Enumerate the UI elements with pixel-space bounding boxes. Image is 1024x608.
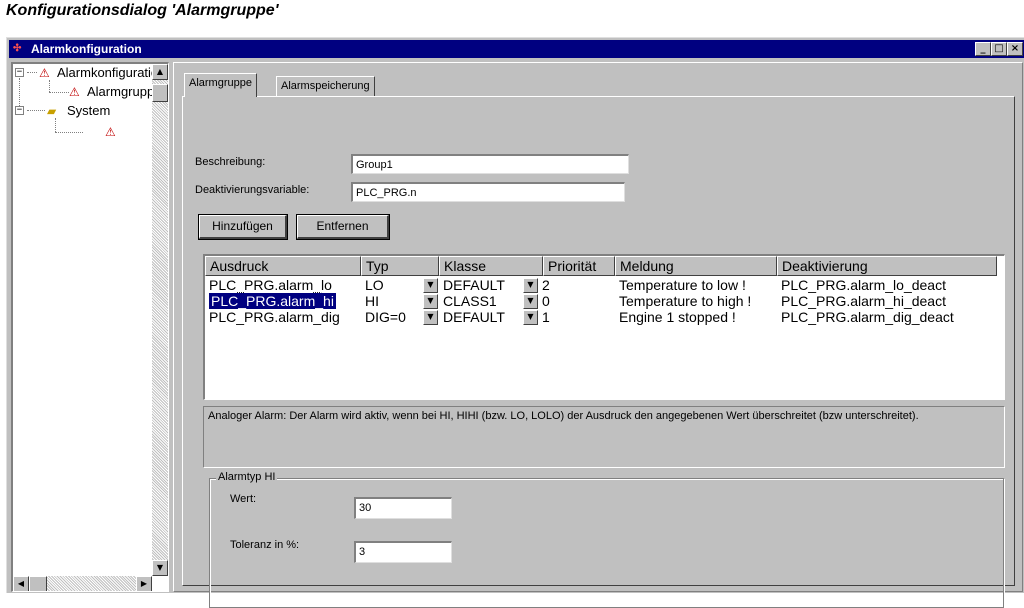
- tree-collapse-toggle[interactable]: −: [15, 68, 24, 77]
- add-button[interactable]: Hinzufügen: [198, 214, 288, 240]
- table-cell-typ[interactable]: HI: [361, 293, 379, 309]
- alarmtyp-groupbox: Alarmtyp HI Wert: 30 Toleranz in %: 3: [209, 471, 1004, 608]
- tree-collapse-toggle[interactable]: −: [15, 106, 24, 115]
- beschreibung-label: Beschreibung:: [195, 156, 266, 168]
- tree-vertical-scrollbar[interactable]: ▲ ▼: [152, 64, 168, 576]
- wert-field[interactable]: 30: [354, 497, 452, 519]
- window-titlebar[interactable]: ✣ Alarmkonfiguration _ □ ×: [9, 40, 1024, 58]
- table-cell-typ[interactable]: LO: [361, 277, 384, 293]
- scroll-up-button[interactable]: ▲: [152, 64, 168, 80]
- table-cell-prioritaet[interactable]: 1: [538, 309, 550, 325]
- alarmtyp-group-label: Alarmtyp HI: [216, 471, 278, 483]
- tree-panel[interactable]: − ⚠ Alarmkonfiguration ⚠ Alarmgruppe − ▰…: [11, 62, 169, 592]
- tree-horizontal-scrollbar[interactable]: ◀ ▶: [13, 576, 152, 591]
- page-title: Konfigurationsdialog 'Alarmgruppe': [6, 2, 279, 19]
- alarm-item-icon: ⚠: [105, 125, 116, 139]
- tree-item-alarmgruppe[interactable]: Alarmgruppe: [87, 83, 161, 101]
- alarm-type-description: Analoger Alarm: Der Alarm wird aktiv, we…: [203, 406, 1005, 468]
- klasse-dropdown-button[interactable]: ▼: [523, 310, 538, 325]
- typ-dropdown-button[interactable]: ▼: [423, 310, 438, 325]
- toleranz-label: Toleranz in %:: [230, 539, 300, 551]
- table-cell-klasse[interactable]: CLASS1: [439, 293, 497, 309]
- klasse-dropdown-button[interactable]: ▼: [523, 294, 538, 309]
- tree-connector: [27, 72, 37, 73]
- minimize-button[interactable]: _: [975, 42, 991, 56]
- table-cell-ausdruck[interactable]: PLC_PRG.alarm_lo: [205, 277, 332, 293]
- deaktivierungsvariable-field[interactable]: PLC_PRG.n: [351, 182, 625, 202]
- deaktivierungsvariable-label: Deaktivierungsvariable:: [195, 184, 310, 196]
- tree-connector: [27, 110, 45, 111]
- table-cell-klasse[interactable]: DEFAULT: [439, 277, 505, 293]
- tree-connector: [49, 92, 69, 93]
- toleranz-field[interactable]: 3: [354, 541, 452, 563]
- tab-alarmspeicherung[interactable]: Alarmspeicherung: [276, 76, 375, 96]
- alarm-group-icon: ⚠: [69, 85, 80, 99]
- table-cell-ausdruck[interactable]: PLC_PRG.alarm_dig: [205, 309, 340, 325]
- scroll-right-button[interactable]: ▶: [136, 576, 152, 591]
- table-cell-prioritaet[interactable]: 0: [538, 293, 550, 309]
- window-title: Alarmkonfiguration: [31, 42, 142, 56]
- tree-connector: [55, 132, 83, 133]
- table-cell-typ[interactable]: DIG=0: [361, 309, 406, 325]
- table-cell-meldung[interactable]: Engine 1 stopped !: [615, 309, 736, 325]
- tree-connector: [49, 80, 50, 92]
- scroll-down-button[interactable]: ▼: [152, 560, 168, 576]
- table-cell-deaktivierung[interactable]: PLC_PRG.alarm_dig_deact: [777, 309, 954, 325]
- wert-label: Wert:: [230, 493, 257, 505]
- column-header-meldung[interactable]: Meldung: [615, 256, 777, 276]
- folder-icon: ▰: [47, 104, 57, 118]
- tree-item-alarmkonfiguration[interactable]: Alarmkonfiguration: [57, 64, 165, 82]
- scroll-left-button[interactable]: ◀: [13, 576, 29, 591]
- column-header-deaktivierung[interactable]: Deaktivierung: [777, 256, 997, 276]
- table-cell-klasse[interactable]: DEFAULT: [439, 309, 505, 325]
- column-header-ausdruck[interactable]: Ausdruck: [205, 256, 361, 276]
- table-cell-meldung[interactable]: Temperature to low !: [615, 277, 746, 293]
- tree-connector: [55, 118, 56, 132]
- scroll-thumb[interactable]: [29, 576, 47, 591]
- alarm-config-icon: ⚠: [39, 66, 50, 80]
- config-panel: Alarmgruppe Alarmspeicherung Beschreibun…: [173, 62, 1023, 608]
- typ-dropdown-button[interactable]: ▼: [423, 278, 438, 293]
- app-icon: ✣: [13, 43, 22, 54]
- remove-button[interactable]: Entfernen: [296, 214, 390, 240]
- typ-dropdown-button[interactable]: ▼: [423, 294, 438, 309]
- column-header-typ[interactable]: Typ: [361, 256, 439, 276]
- column-header-klasse[interactable]: Klasse: [439, 256, 543, 276]
- alarm-config-window: ✣ Alarmkonfiguration _ □ × − ⚠ Alarmkonf…: [6, 37, 1024, 608]
- table-cell-meldung[interactable]: Temperature to high !: [615, 293, 751, 309]
- alarm-table[interactable]: Ausdruck Typ Klasse Priorität Meldung De…: [203, 254, 1005, 400]
- tab-page-alarmgruppe: Beschreibung: Group1 Deaktivierungsvaria…: [182, 96, 1015, 608]
- tree-item-system[interactable]: System: [67, 102, 110, 120]
- table-cell-prioritaet[interactable]: 2: [538, 277, 550, 293]
- selected-cell-text[interactable]: PLC_PRG.alarm_hi: [208, 292, 337, 310]
- table-cell-deaktivierung[interactable]: PLC_PRG.alarm_lo_deact: [777, 277, 946, 293]
- table-cell-ausdruck-selected[interactable]: PLC_PRG.alarm_hi: [205, 292, 337, 310]
- close-button[interactable]: ×: [1007, 42, 1023, 56]
- table-cell-deaktivierung[interactable]: PLC_PRG.alarm_hi_deact: [777, 293, 946, 309]
- column-header-prioritaet[interactable]: Priorität: [543, 256, 615, 276]
- scroll-thumb[interactable]: [152, 84, 168, 102]
- klasse-dropdown-button[interactable]: ▼: [523, 278, 538, 293]
- tab-alarmgruppe[interactable]: Alarmgruppe: [184, 73, 257, 97]
- maximize-button[interactable]: □: [991, 42, 1007, 56]
- beschreibung-field[interactable]: Group1: [351, 154, 629, 174]
